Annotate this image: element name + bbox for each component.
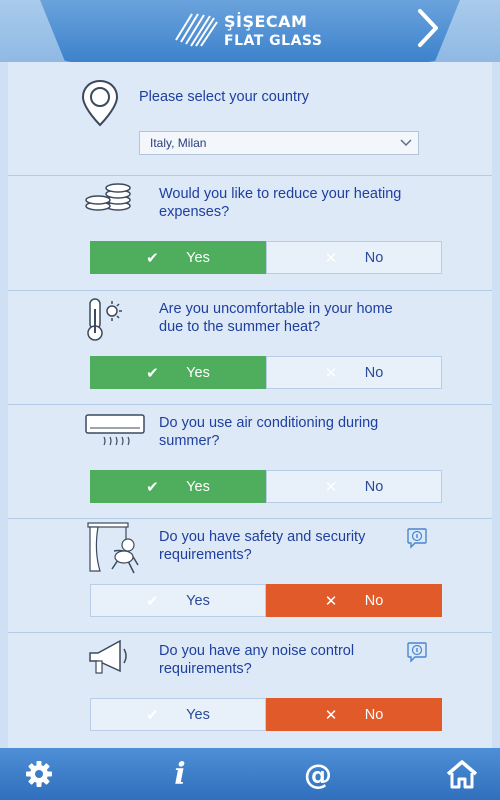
info-icon: i: [174, 756, 186, 792]
yes-label: Yes: [186, 706, 210, 723]
settings-button[interactable]: [19, 756, 59, 792]
no-label: No: [364, 592, 384, 609]
questionnaire: Please select your country Italy, Milan …: [8, 62, 492, 748]
yes-label: Yes: [186, 364, 210, 381]
cross-icon: ✕: [324, 364, 338, 382]
question-text: Do you use air conditioning during summe…: [159, 415, 379, 449]
sisecam-logo-icon: [175, 13, 218, 47]
settings-gear-icon: [26, 761, 52, 787]
info-icon[interactable]: [406, 641, 428, 663]
question-heating: Would you like to reduce your heating ex…: [8, 176, 492, 291]
yes-no-toggle: ✔ Yes ✕ No: [90, 698, 442, 731]
cross-icon: ✕: [324, 706, 338, 724]
air-conditioner-icon: [85, 414, 145, 446]
cross-icon: ✕: [324, 249, 338, 267]
question-text: Would you like to reduce your heating ex…: [159, 186, 402, 220]
yes-no-toggle: ✔ Yes ✕ No: [90, 584, 442, 617]
country-section: Please select your country Italy, Milan: [8, 62, 492, 176]
coins-icon: [85, 183, 131, 211]
no-button[interactable]: ✕ No: [266, 698, 442, 731]
no-button[interactable]: ✕ No: [266, 584, 442, 617]
question-air-conditioning: Do you use air conditioning during summe…: [8, 405, 492, 519]
no-label: No: [364, 249, 384, 266]
check-icon: ✔: [146, 364, 159, 382]
check-icon: ✔: [146, 249, 159, 267]
email-button[interactable]: @: [298, 756, 338, 792]
cross-icon: ✕: [324, 478, 338, 496]
yes-no-toggle: ✔ Yes ✕ No: [90, 241, 442, 274]
question-summer-heat: Are you uncomfortable in your home due t…: [8, 291, 492, 405]
yes-button[interactable]: ✔ Yes: [90, 584, 266, 617]
thermometer-sun-icon: [87, 298, 122, 341]
app-header: ŞİŞECAM FLAT GLASS: [0, 0, 500, 62]
yes-label: Yes: [186, 592, 210, 609]
home-button[interactable]: [442, 756, 482, 792]
question-text: Do you have safety and security requirem…: [159, 529, 366, 563]
yes-no-toggle: ✔ Yes ✕ No: [90, 356, 442, 389]
question-text: Do you have any noise control requiremen…: [159, 643, 355, 677]
yes-label: Yes: [186, 249, 210, 266]
check-icon: ✔: [146, 706, 159, 724]
location-pin-icon: [81, 79, 119, 127]
burglar-window-icon: [87, 522, 139, 574]
bottom-toolbar: i @: [0, 748, 500, 800]
no-button[interactable]: ✕ No: [266, 470, 442, 503]
question-security: Do you have safety and security requirem…: [8, 519, 492, 633]
info-icon[interactable]: [406, 527, 428, 549]
cross-icon: ✕: [324, 592, 338, 610]
check-icon: ✔: [146, 478, 159, 496]
yes-no-toggle: ✔ Yes ✕ No: [90, 470, 442, 503]
home-icon: [446, 760, 478, 789]
brand-subtitle: FLAT GLASS: [224, 33, 323, 49]
country-select[interactable]: Italy, Milan: [139, 131, 419, 155]
no-button[interactable]: ✕ No: [266, 356, 442, 389]
megaphone-icon: [89, 639, 127, 674]
next-button[interactable]: [408, 6, 448, 50]
email-at-icon: @: [304, 757, 332, 791]
country-label: Please select your country: [139, 89, 310, 105]
brand-name: ŞİŞECAM: [224, 12, 308, 31]
yes-label: Yes: [186, 478, 210, 495]
question-noise: Do you have any noise control requiremen…: [8, 633, 492, 748]
chevron-down-icon: [400, 139, 412, 147]
no-label: No: [364, 706, 384, 723]
chevron-right-icon: [418, 9, 438, 47]
yes-button[interactable]: ✔ Yes: [90, 356, 266, 389]
yes-button[interactable]: ✔ Yes: [90, 470, 266, 503]
no-label: No: [364, 364, 384, 381]
yes-button[interactable]: ✔ Yes: [90, 241, 266, 274]
brand-logo: ŞİŞECAM FLAT GLASS: [172, 8, 332, 54]
question-text: Are you uncomfortable in your home due t…: [159, 301, 393, 335]
no-label: No: [364, 478, 384, 495]
check-icon: ✔: [146, 592, 159, 610]
country-selected-value: Italy, Milan: [150, 136, 207, 150]
no-button[interactable]: ✕ No: [266, 241, 442, 274]
info-button[interactable]: i: [160, 756, 200, 792]
yes-button[interactable]: ✔ Yes: [90, 698, 266, 731]
